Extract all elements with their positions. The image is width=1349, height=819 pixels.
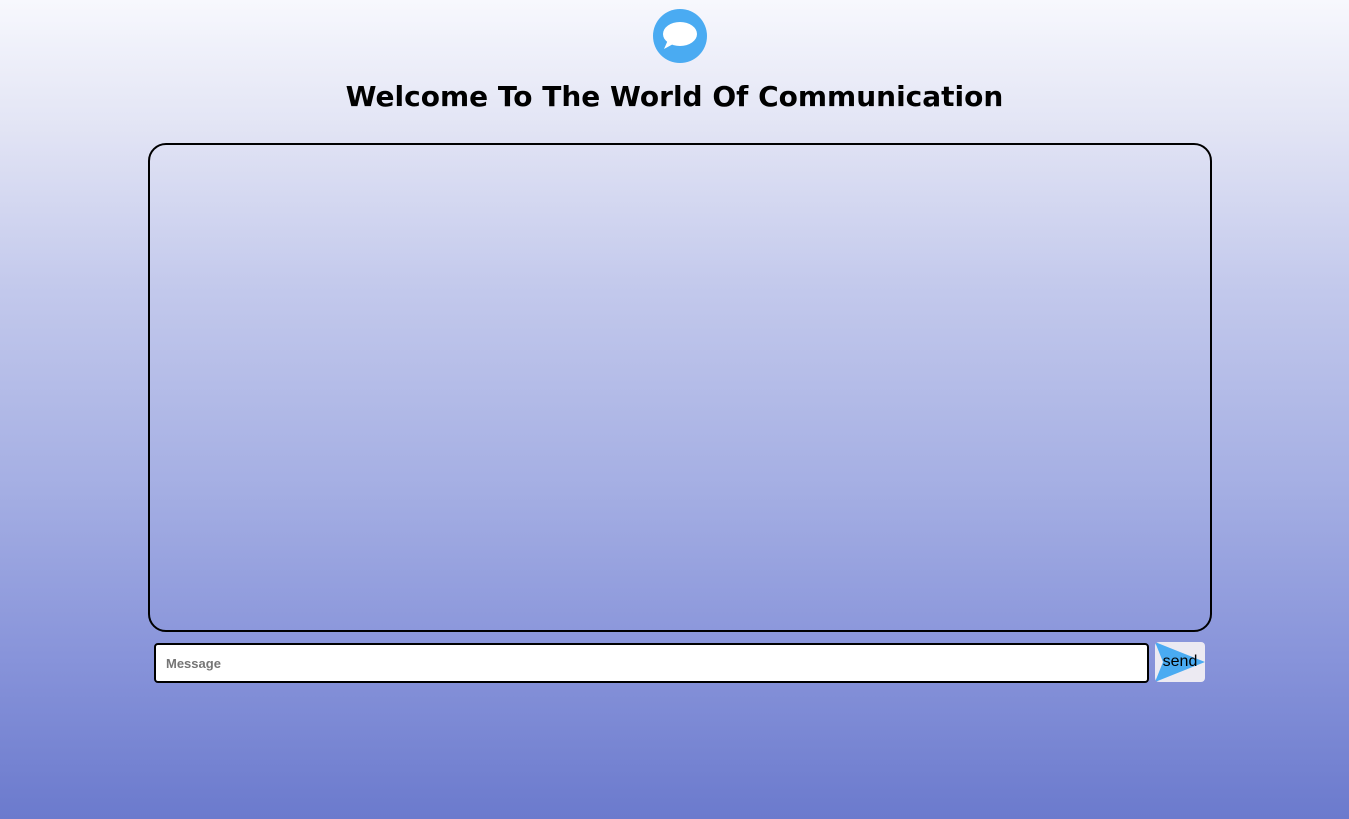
- chat-bubble-icon: [653, 9, 707, 63]
- send-button-label: send: [1162, 653, 1198, 670]
- message-input[interactable]: [154, 643, 1149, 683]
- page-title: Welcome To The World Of Communication: [345, 80, 1004, 113]
- send-button[interactable]: send: [1155, 642, 1205, 682]
- chat-messages-area[interactable]: [148, 143, 1212, 632]
